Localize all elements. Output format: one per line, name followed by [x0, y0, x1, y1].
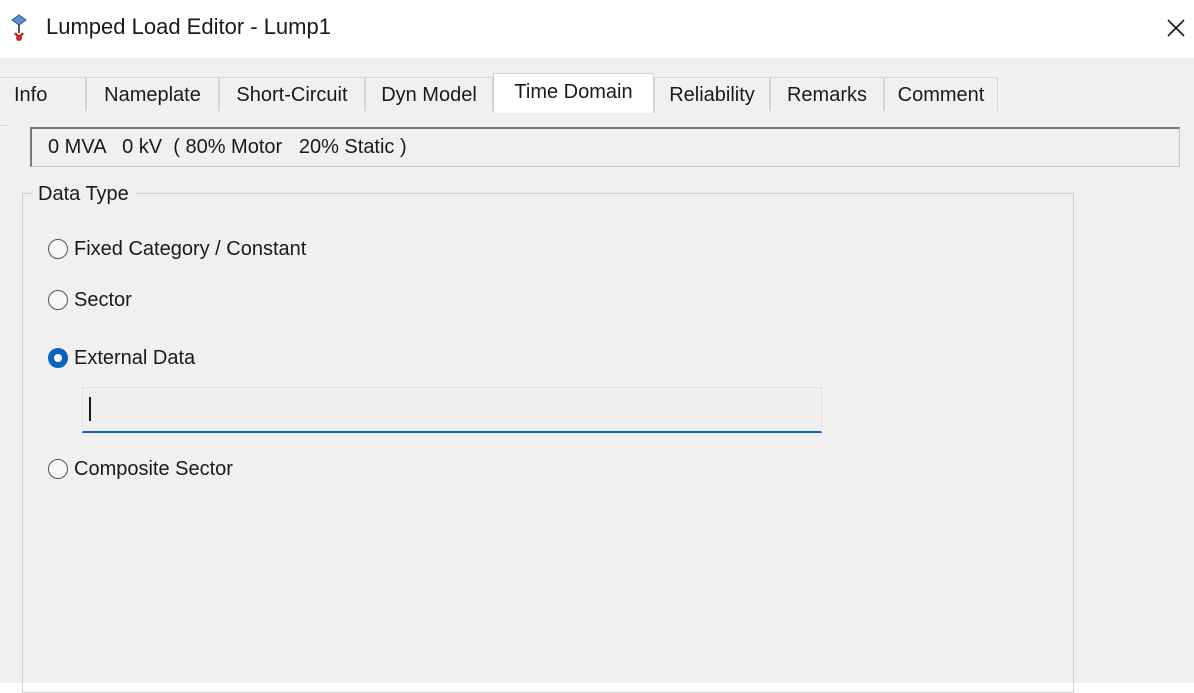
tab-remarks[interactable]: Remarks [770, 77, 884, 112]
close-button[interactable] [1158, 8, 1194, 48]
time-domain-panel: 0 MVA 0 kV ( 80% Motor 20% Static ) Data… [8, 111, 1194, 693]
radio-label: Sector [74, 289, 132, 311]
radio-label: Fixed Category / Constant [74, 238, 307, 260]
lumped-load-icon [11, 14, 27, 41]
tab-short-circuit[interactable]: Short-Circuit [219, 77, 365, 112]
editor-client-area: Info Nameplate Short-Circuit Dyn Model T… [0, 58, 1194, 693]
tab-reliability[interactable]: Reliability [654, 77, 770, 112]
radio-button[interactable] [48, 239, 68, 259]
data-type-label: Data Type [32, 183, 135, 206]
data-type-groupbox [22, 193, 1074, 693]
external-data-input[interactable] [82, 387, 822, 433]
load-summary: 0 MVA 0 kV ( 80% Motor 20% Static ) [30, 127, 1180, 167]
radio-button[interactable] [48, 459, 68, 479]
radio-label: External Data [74, 347, 196, 369]
text-caret [89, 397, 91, 421]
tab-dyn-model[interactable]: Dyn Model [365, 77, 493, 112]
close-icon [1167, 19, 1185, 37]
radio-button-checked[interactable] [48, 348, 68, 368]
tab-comment[interactable]: Comment [884, 77, 998, 112]
radio-button[interactable] [48, 290, 68, 310]
tab-info[interactable]: Info [0, 77, 86, 112]
radio-label: Composite Sector [74, 458, 233, 480]
tab-strip: Info Nameplate Short-Circuit Dyn Model T… [0, 73, 1194, 126]
tab-nameplate[interactable]: Nameplate [86, 77, 219, 112]
tab-time-domain[interactable]: Time Domain [493, 73, 654, 113]
window-title: Lumped Load Editor - Lump1 [46, 14, 331, 39]
title-bar: Lumped Load Editor - Lump1 [0, 0, 1194, 58]
